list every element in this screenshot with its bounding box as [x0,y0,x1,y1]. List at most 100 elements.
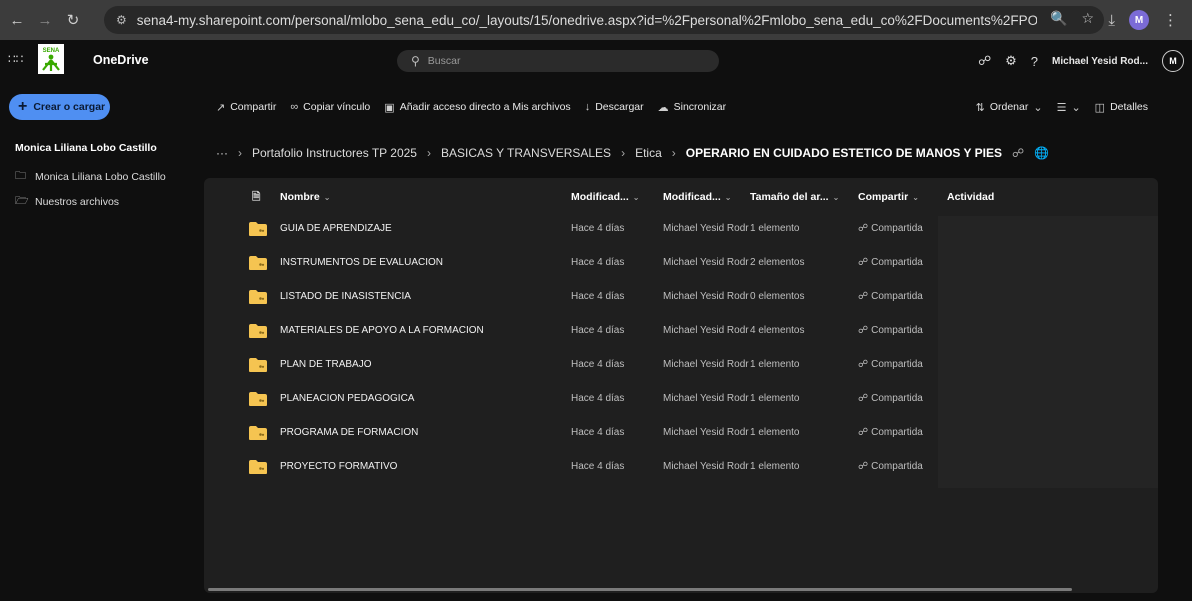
table-row[interactable]: GUIA DE APRENDIZAJE Hace 4 días Michael Ye… [204,212,1158,246]
sena-logo: SENA [38,44,64,74]
table-row[interactable]: PLAN DE TRABAJO Hace 4 días Michael Yesid … [204,348,1158,382]
table-row[interactable]: MATERIALES DE APOYO A LA FORMACION Hace 4… [204,314,1158,348]
share-button[interactable]: ↗ Compartir [216,101,276,114]
column-sharing[interactable]: Compartir ⌄ [858,191,919,203]
download-button[interactable]: ↓ Descargar [585,101,644,113]
column-name[interactable]: Nombre ⌄ [280,191,330,203]
file-name-link[interactable]: PROGRAMA DE FORMACION [280,427,418,438]
site-settings-icon[interactable]: ⚙ [116,13,127,27]
browser-profile-avatar[interactable]: M [1129,10,1149,30]
modified-by[interactable]: Michael Yesid Rodri [663,461,749,472]
modified-by[interactable]: Michael Yesid Rodri [663,359,749,370]
file-size: 1 elemento [750,461,800,472]
forward-arrow-icon[interactable]: → [34,9,56,31]
shared-people-icon: ☍ [858,257,869,268]
sharing-status[interactable]: ☍ Compartida [858,359,923,370]
breadcrumb-more[interactable]: ··· [216,146,228,160]
file-size: 1 elemento [750,393,800,404]
settings-gear-icon[interactable]: ⚙ [1005,53,1017,69]
chevron-right-icon: › [671,146,676,160]
address-bar[interactable]: ⚙ sena4-my.sharepoint.com/personal/mlobo… [104,6,1104,34]
address-url[interactable]: sena4-my.sharepoint.com/personal/mlobo_s… [137,13,1037,28]
sync-cloud-icon: ☁ [657,101,669,114]
sharing-status[interactable]: ☍ Compartida [858,325,923,336]
sharing-status[interactable]: ☍ Compartida [858,461,923,472]
share-people-icon[interactable]: ☍ [978,53,991,69]
shared-folder-icon [249,392,267,406]
breadcrumb-current: OPERARIO EN CUIDADO ESTETICO DE MANOS Y … [685,146,1003,160]
sharing-status[interactable]: ☍ Compartida [858,257,923,268]
bookmark-star-icon[interactable]: ☆ [1081,10,1094,27]
table-row[interactable]: PROYECTO FORMATIVO Hace 4 días Michael Yes… [204,450,1158,484]
modified-by[interactable]: Michael Yesid Rodri [663,291,749,302]
sharing-status[interactable]: ☍ Compartida [858,393,923,404]
modified-by[interactable]: Michael Yesid Rodri [663,427,749,438]
search-box[interactable]: ⚲ Buscar [397,50,719,72]
modified-by[interactable]: Michael Yesid Rodri [663,325,749,336]
breadcrumb-item[interactable]: Etica [635,146,662,160]
shared-folder-icon [249,256,267,270]
file-name-link[interactable]: PLANEACION PEDAGOGICA [280,393,414,404]
column-size[interactable]: Tamaño del ar... ⌄ [750,191,839,203]
table-row[interactable]: INSTRUMENTOS DE EVALUACION Hace 4 días Mic… [204,246,1158,280]
search-placeholder[interactable]: Buscar [428,55,461,67]
column-modified[interactable]: Modificad... ⌄ [571,191,639,203]
create-or-upload-button[interactable]: + Crear o cargar [9,94,110,120]
file-size: 1 elemento [750,359,800,370]
sync-button[interactable]: ☁ Sincronizar [658,101,727,114]
chevron-down-icon: ⌄ [832,193,840,202]
app-launcher-icon[interactable]: ∷∷ [8,52,23,66]
file-size: 4 elementos [750,325,805,336]
shared-people-icon: ☍ [858,427,869,438]
zoom-icon[interactable]: 🔍 [1050,10,1067,27]
shared-people-icon: ☍ [858,359,869,370]
shared-folder-icon [249,358,267,372]
command-bar: ↗ Compartir ∞ Copiar vínculo ▣ Añadir acces… [216,97,726,117]
shared-folder-icon [249,290,267,304]
add-shortcut-button[interactable]: ▣ Añadir acceso directo a Mis archivos [384,101,570,114]
copy-link-button[interactable]: ∞ Copiar vínculo [290,101,370,113]
back-arrow-icon[interactable]: ← [6,9,28,31]
file-name-link[interactable]: PROYECTO FORMATIVO [280,461,397,472]
breadcrumb-item[interactable]: BASICAS Y TRANSVERSALES [441,146,611,160]
app-name[interactable]: OneDrive [93,53,149,67]
modified-date: Hace 4 días [571,223,625,234]
column-modified-by[interactable]: Modificad... ⌄ [663,191,731,203]
view-options-button[interactable]: ☰ ⌄ [1057,101,1081,114]
file-name-link[interactable]: GUIA DE APRENDIZAJE [280,223,392,234]
table-row[interactable]: PROGRAMA DE FORMACION Hace 4 días Michael … [204,416,1158,450]
sharing-status[interactable]: ☍ Compartida [858,427,923,438]
help-icon[interactable]: ? [1031,54,1038,69]
sidebar-item-our-files[interactable]: 🗁 Nuestros archivos [15,192,119,211]
plus-icon: + [18,98,28,115]
file-name-link[interactable]: PLAN DE TRABAJO [280,359,372,370]
file-name-link[interactable]: INSTRUMENTOS DE EVALUACION [280,257,443,268]
browser-menu-icon[interactable]: ⋮ [1163,11,1178,29]
sharing-status[interactable]: ☍ Compartida [858,223,923,234]
table-row[interactable]: PLANEACION PEDAGOGICA Hace 4 días Michael … [204,382,1158,416]
chevron-right-icon: › [426,146,431,160]
sidebar-item-owner-files[interactable]: 🗀 Monica Liliana Lobo Castillo [15,167,166,186]
details-button[interactable]: ◫ Detalles [1095,101,1148,114]
file-name-link[interactable]: LISTADO DE INASISTENCIA [280,291,411,302]
user-name[interactable]: Michael Yesid Rod... [1052,56,1148,67]
table-row[interactable]: LISTADO DE INASISTENCIA Hace 4 días Michae… [204,280,1158,314]
breadcrumb-item[interactable]: Portafolio Instructores TP 2025 [252,146,417,160]
column-activity[interactable]: Actividad [947,191,994,203]
avatar[interactable]: M [1162,50,1184,72]
reload-icon[interactable]: ↻ [62,9,84,31]
modified-by[interactable]: Michael Yesid Rodri [663,223,749,234]
horizontal-scrollbar[interactable] [208,588,1072,591]
sharing-status[interactable]: ☍ Compartida [858,291,923,302]
download-icon[interactable]: ⤓ [1108,12,1115,29]
modified-by[interactable]: Michael Yesid Rodri [663,257,749,268]
shared-people-icon: ☍ [858,291,869,302]
file-size: 1 elemento [750,223,800,234]
file-name-link[interactable]: MATERIALES DE APOYO A LA FORMACION [280,325,484,336]
file-type-icon[interactable]: 🗎 [252,189,260,207]
list-view-icon: ☰ [1056,101,1067,114]
sort-button[interactable]: ⇅ Ordenar ⌄ [976,101,1043,114]
modified-by[interactable]: Michael Yesid Rodri [663,393,749,404]
search-icon: ⚲ [411,54,420,68]
chevron-down-icon: ⌄ [1033,101,1043,114]
